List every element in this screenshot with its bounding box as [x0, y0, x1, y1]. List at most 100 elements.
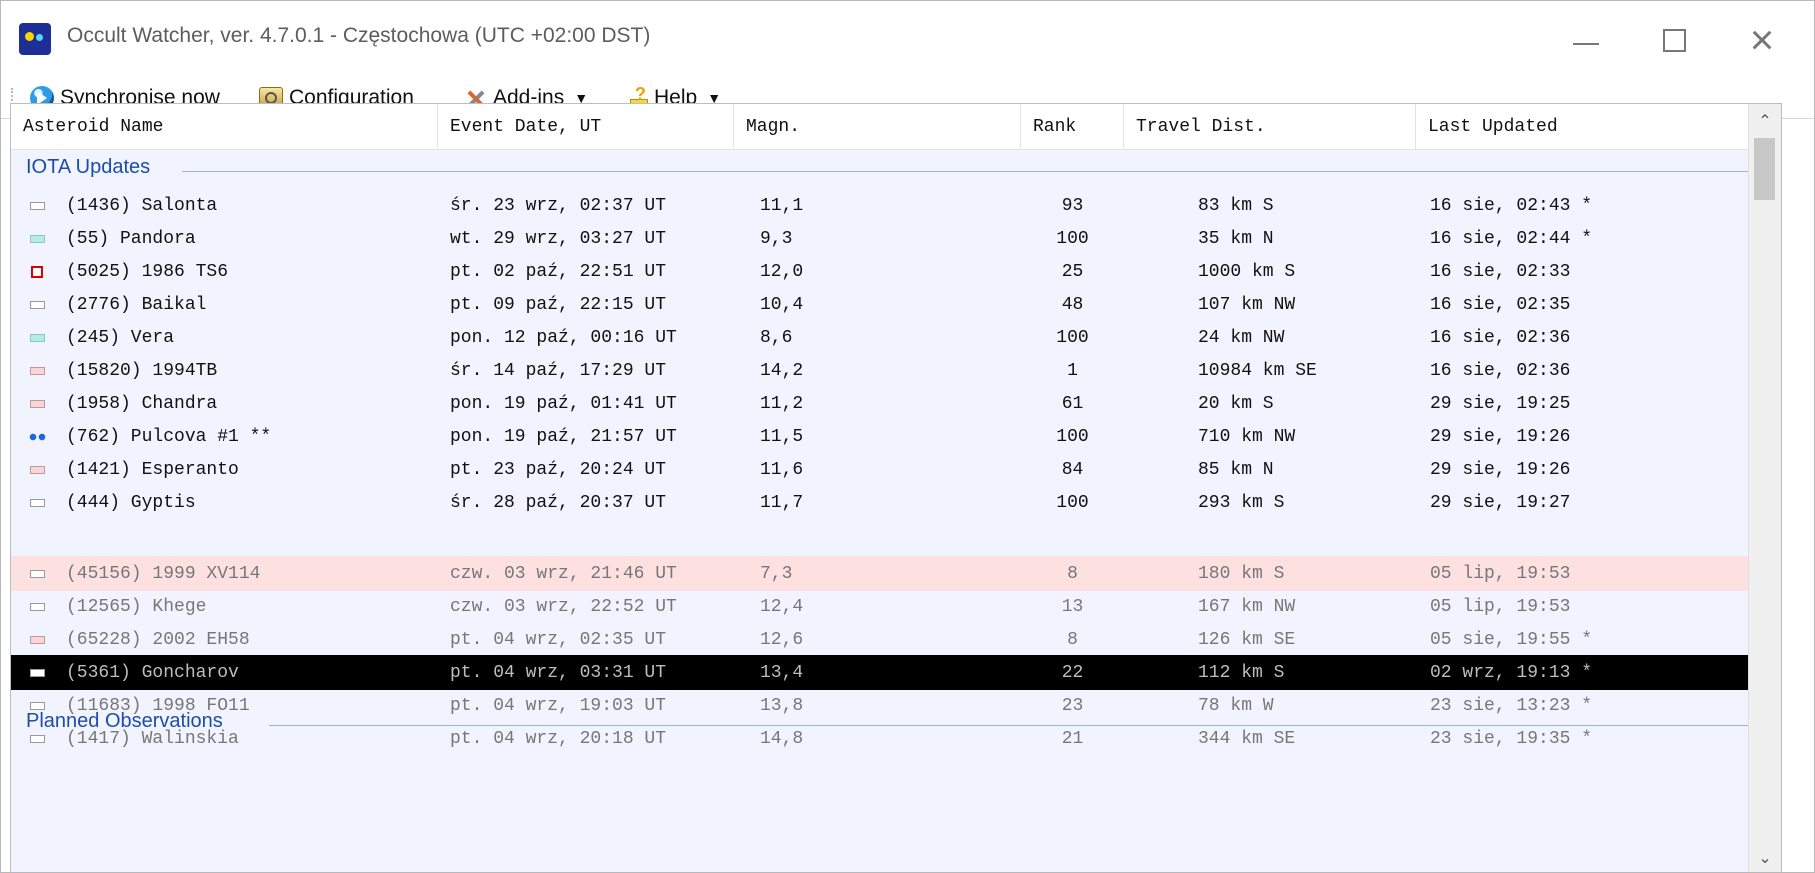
event-date: śr. 28 paź, 20:37 UT: [450, 492, 667, 513]
last-updated: 05 sie, 19:55 *: [1430, 629, 1593, 650]
status-icon: [27, 320, 47, 355]
white-marker-icon: [29, 201, 45, 210]
event-date: wt. 29 wrz, 03:27 UT: [450, 228, 667, 249]
white-marker-icon: [29, 668, 45, 677]
magnitude: 14,2: [760, 360, 804, 381]
event-row[interactable]: (762) Pulcova #1 ** pon. 19 paź, 21:57 U…: [11, 419, 1779, 454]
event-date: pon. 12 paź, 00:16 UT: [450, 327, 677, 348]
pink-marker-icon: [29, 465, 45, 474]
event-row[interactable]: (1436) Salonta śr. 23 wrz, 02:37 UT 11,1…: [11, 188, 1779, 223]
event-row[interactable]: (1417) Walinskia pt. 04 wrz, 20:18 UT 14…: [11, 721, 1779, 756]
event-row[interactable]: (45156) 1999 XV114 czw. 03 wrz, 21:46 UT…: [11, 556, 1779, 591]
event-row[interactable]: (444) Gyptis śr. 28 paź, 20:37 UT 11,7 1…: [11, 485, 1779, 520]
status-icon: [27, 688, 47, 723]
white-marker-icon: [29, 300, 45, 309]
rank: 13: [1061, 596, 1084, 617]
asteroid-name: (5361) Goncharov: [66, 662, 239, 683]
event-date: pt. 02 paź, 22:51 UT: [450, 261, 667, 282]
events-list[interactable]: Asteroid Name Event Date, UT Magn. Rank …: [10, 103, 1782, 872]
scrollbar-thumb[interactable]: [1754, 138, 1775, 200]
event-date: pt. 23 paź, 20:24 UT: [450, 459, 667, 480]
asteroid-name: (11683) 1998 FO11: [66, 695, 250, 716]
white-marker-icon: [29, 602, 45, 611]
status-icon: [27, 485, 47, 520]
magnitude: 12,6: [760, 629, 804, 650]
travel-distance: 710 km NW: [1198, 426, 1296, 447]
column-header-event-date[interactable]: Event Date, UT: [438, 104, 734, 149]
last-updated: 16 sie, 02:35: [1430, 294, 1571, 315]
asteroid-name: (45156) 1999 XV114: [66, 563, 261, 584]
chevron-up-icon[interactable]: ⌃: [1749, 104, 1781, 138]
column-header-last-updated[interactable]: Last Updated: [1416, 104, 1779, 149]
asteroid-name: (65228) 2002 EH58: [66, 629, 250, 650]
event-row[interactable]: (245) Vera pon. 12 paź, 00:16 UT 8,6 100…: [11, 320, 1779, 355]
column-header-magnitude[interactable]: Magn.: [734, 104, 1021, 149]
title-bar: Occult Watcher, ver. 4.7.0.1 - Częstocho…: [1, 1, 1814, 79]
rank: 100: [1056, 492, 1089, 513]
status-icon: [27, 353, 47, 388]
travel-distance: 126 km SE: [1198, 629, 1296, 650]
vertical-scrollbar[interactable]: ⌃ ⌄: [1748, 104, 1781, 872]
group-label: IOTA Updates: [26, 156, 159, 179]
pink-marker-icon: [29, 635, 45, 644]
event-row[interactable]: (5025) 1986 TS6 pt. 02 paź, 22:51 UT 12,…: [11, 254, 1779, 289]
chevron-down-icon[interactable]: ⌄: [1749, 841, 1781, 872]
event-row[interactable]: (65228) 2002 EH58 pt. 04 wrz, 02:35 UT 1…: [11, 622, 1779, 657]
rank: 1: [1067, 360, 1078, 381]
event-row[interactable]: (2776) Baikal pt. 09 paź, 22:15 UT 10,4 …: [11, 287, 1779, 322]
minimize-button[interactable]: [1550, 15, 1622, 65]
rank: 22: [1061, 662, 1084, 683]
asteroid-name: (1421) Esperanto: [66, 459, 239, 480]
cyan-marker-icon: [29, 234, 45, 243]
status-icon: [27, 419, 47, 454]
asteroid-name: (2776) Baikal: [66, 294, 207, 315]
status-icon: [27, 589, 47, 624]
status-icon: [27, 556, 47, 591]
column-header-asteroid-name[interactable]: Asteroid Name: [11, 104, 438, 149]
event-date: śr. 23 wrz, 02:37 UT: [450, 195, 667, 216]
event-date: śr. 14 paź, 17:29 UT: [450, 360, 667, 381]
status-icon: [27, 452, 47, 487]
white-marker-icon: [29, 498, 45, 507]
last-updated: 16 sie, 02:43 *: [1430, 195, 1593, 216]
magnitude: 10,4: [760, 294, 804, 315]
pink-marker-icon: [29, 399, 45, 408]
column-header-row: Asteroid Name Event Date, UT Magn. Rank …: [11, 104, 1781, 150]
travel-distance: 167 km NW: [1198, 596, 1296, 617]
status-icon: [27, 254, 47, 289]
rank: 100: [1056, 327, 1089, 348]
status-icon: [27, 221, 47, 256]
event-row[interactable]: (11683) 1998 FO11 pt. 04 wrz, 19:03 UT 1…: [11, 688, 1779, 723]
column-header-travel-distance[interactable]: Travel Dist.: [1124, 104, 1416, 149]
rank: 23: [1061, 695, 1084, 716]
travel-distance: 112 km S: [1198, 662, 1285, 683]
last-updated: 16 sie, 02:33: [1430, 261, 1571, 282]
white-marker-icon: [29, 569, 45, 578]
event-date: pt. 04 wrz, 02:35 UT: [450, 629, 667, 650]
magnitude: 13,4: [760, 662, 804, 683]
white-marker-icon: [29, 734, 45, 743]
rank: 8: [1067, 629, 1078, 650]
event-row[interactable]: (1421) Esperanto pt. 23 paź, 20:24 UT 11…: [11, 452, 1779, 487]
event-row[interactable]: (15820) 1994TB śr. 14 paź, 17:29 UT 14,2…: [11, 353, 1779, 388]
asteroid-name: (12565) Khege: [66, 596, 207, 617]
close-button[interactable]: [1726, 15, 1798, 65]
occult-watcher-window: Occult Watcher, ver. 4.7.0.1 - Częstocho…: [0, 0, 1815, 873]
magnitude: 11,5: [760, 426, 804, 447]
selected-event-row[interactable]: (5361) Goncharov pt. 04 wrz, 03:31 UT 13…: [11, 655, 1779, 690]
event-date: pon. 19 paź, 21:57 UT: [450, 426, 677, 447]
asteroid-name: (245) Vera: [66, 327, 175, 348]
magnitude: 11,6: [760, 459, 804, 480]
travel-distance: 1000 km S: [1198, 261, 1296, 282]
event-row[interactable]: (12565) Khege czw. 03 wrz, 22:52 UT 12,4…: [11, 589, 1779, 624]
last-updated: 16 sie, 02:36: [1430, 360, 1571, 381]
travel-distance: 180 km S: [1198, 563, 1285, 584]
magnitude: 11,7: [760, 492, 804, 513]
column-header-rank[interactable]: Rank: [1021, 104, 1124, 149]
event-date: pt. 04 wrz, 03:31 UT: [450, 662, 667, 683]
maximize-button[interactable]: [1638, 15, 1710, 65]
travel-distance: 10984 km SE: [1198, 360, 1317, 381]
event-date: czw. 03 wrz, 22:52 UT: [450, 596, 677, 617]
event-row[interactable]: (1958) Chandra pon. 19 paź, 01:41 UT 11,…: [11, 386, 1779, 421]
event-row[interactable]: (55) Pandora wt. 29 wrz, 03:27 UT 9,3 10…: [11, 221, 1779, 256]
